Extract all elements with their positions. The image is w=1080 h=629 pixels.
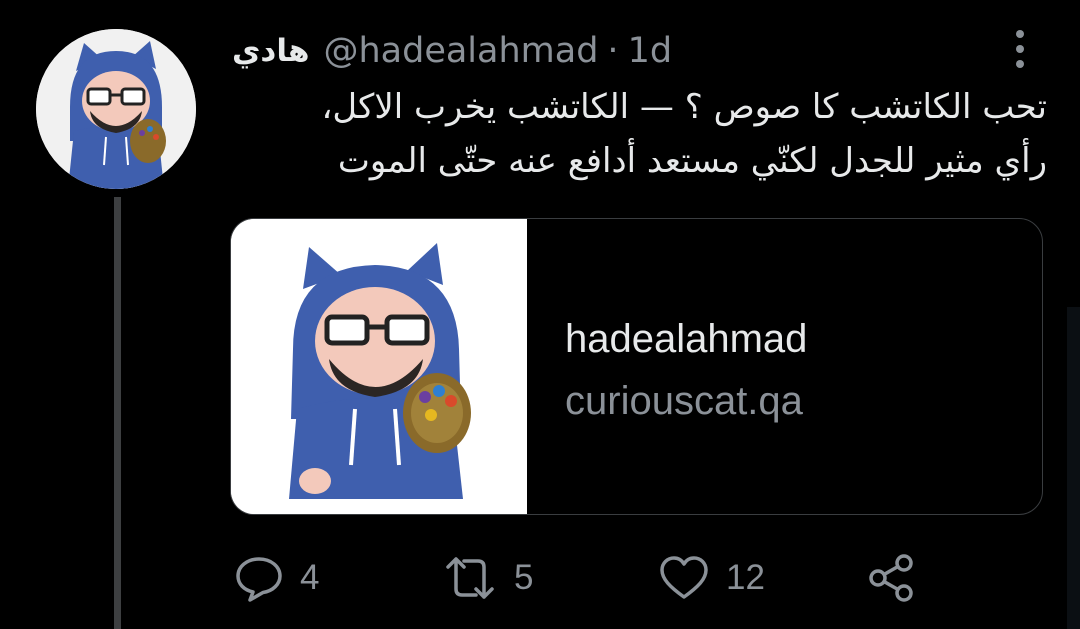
link-card[interactable]: hadealahmad curiouscat.qa xyxy=(230,218,1043,515)
reply-button[interactable]: 4 xyxy=(232,550,319,606)
share-icon xyxy=(869,554,913,602)
separator-dot: · xyxy=(607,31,619,71)
tweet-text-line: رأي مثير للجدل لكنّي مستعد أدافع عنه حتّ… xyxy=(337,141,1047,181)
retweet-count: 5 xyxy=(514,558,534,597)
tweet-header: هادي @hadealahmad · 1d xyxy=(232,28,672,74)
scroll-edge xyxy=(1067,307,1080,629)
link-card-title: hadealahmad xyxy=(565,317,808,361)
tweet-text-line: تحب الكاتشب كا صوص ؟ — الكاتشب يخرب الاك… xyxy=(321,87,1047,127)
link-card-domain: curiouscat.qa xyxy=(565,379,803,423)
heart-icon xyxy=(660,556,708,599)
link-card-image xyxy=(231,219,527,514)
thread-line xyxy=(114,197,121,629)
reply-icon xyxy=(236,557,282,602)
tweet-text: تحب الكاتشب كا صوص ؟ — الكاتشب يخرب الاك… xyxy=(232,80,1047,188)
reply-count: 4 xyxy=(300,558,320,597)
timestamp[interactable]: 1d xyxy=(628,31,673,71)
more-vertical-icon xyxy=(1016,30,1024,38)
display-name[interactable]: هادي xyxy=(232,33,309,69)
share-button[interactable] xyxy=(866,550,918,606)
like-button[interactable]: 12 xyxy=(656,550,765,606)
avatar-cartoon-image xyxy=(36,29,196,189)
tweet-actions: 4 5 12 xyxy=(232,550,932,606)
retweet-icon xyxy=(446,557,494,599)
retweet-button[interactable]: 5 xyxy=(440,550,533,606)
user-handle[interactable]: @hadealahmad xyxy=(323,31,598,71)
more-options-button[interactable] xyxy=(1008,30,1032,68)
like-count: 12 xyxy=(726,558,765,597)
avatar[interactable] xyxy=(36,29,196,189)
